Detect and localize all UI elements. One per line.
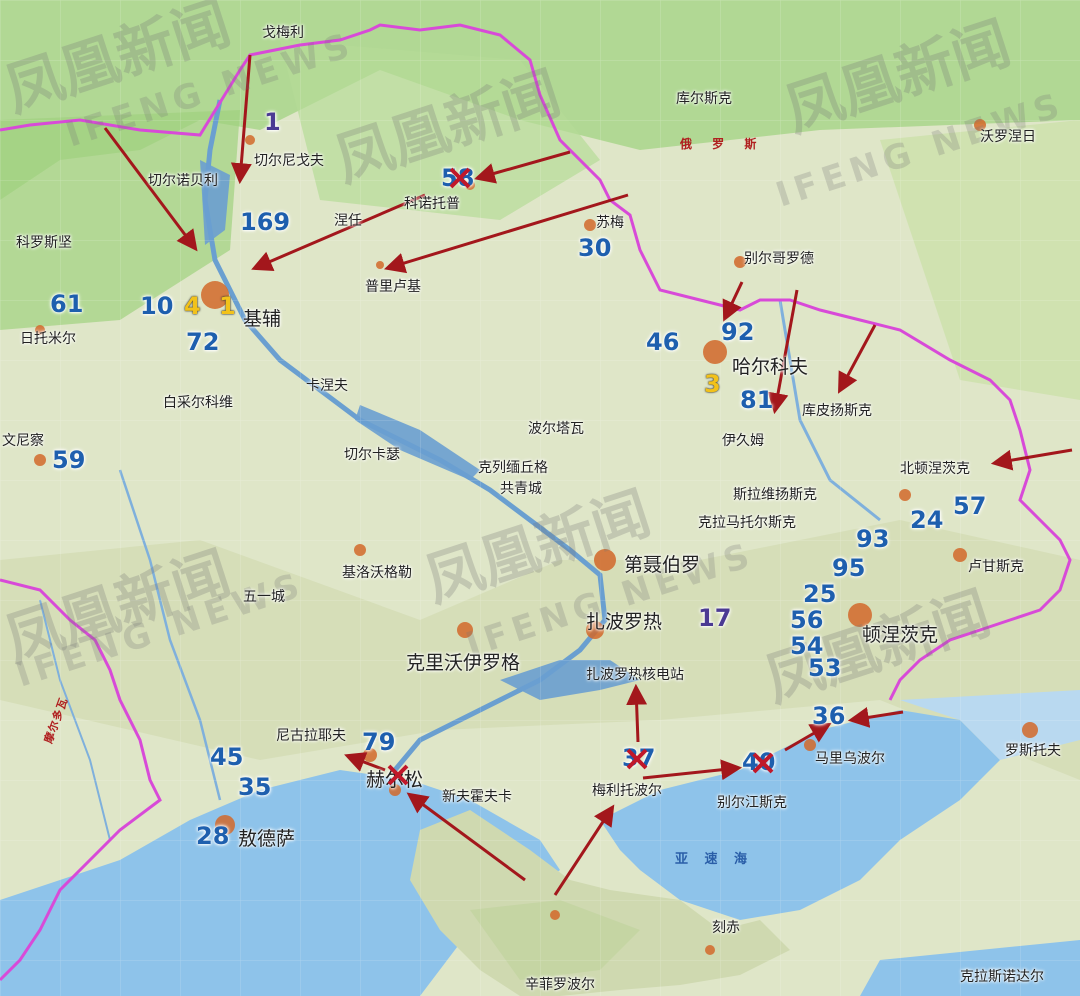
label-nizhyn: 涅任 [334,213,362,229]
captured-cross-icon [387,764,409,786]
marker-donetsk-56: 56 [790,606,824,634]
label-kremenchuk: 克列缅丘格 [478,460,548,476]
label-berdyansk: 别尔江斯克 [717,795,787,811]
label-belgorod: 别尔哥罗德 [744,251,814,267]
marker-kharkiv-92: 92 [721,318,755,346]
label-zaporizhzhia-npp: 扎波罗热核电站 [586,667,684,683]
label-kyiv: 基辅 [243,308,282,330]
label-krasnodar: 克拉斯诺达尔 [960,969,1044,985]
marker-zhytomyr-61: 61 [50,290,84,318]
label-vinnytsia: 文尼察 [2,433,44,449]
label-dnipro: 第聂伯罗 [624,554,701,576]
label-chernihiv: 切尔尼戈夫 [254,153,324,169]
marker-odesa-45: 45 [210,743,244,771]
marker-gomel-1: 1 [264,108,281,136]
label-izium: 伊久姆 [722,433,764,449]
marker-kyiv-1: 1 [219,292,236,320]
label-poltava: 波尔塔瓦 [528,421,584,437]
label-russia: 俄 罗 斯 [680,137,765,151]
captured-cross-icon [449,167,471,189]
label-pervomaisk: 五一城 [243,589,285,605]
marker-donetsk-93: 93 [856,525,890,553]
label-kryvyi-rih: 克里沃伊罗格 [406,652,521,674]
label-nova-kakhovka: 新夫霍夫卡 [442,789,512,805]
label-bila-tserkva: 白采尔科维 [163,395,233,411]
label-azov-sea: 亚 速 海 [675,852,754,867]
label-rostov: 罗斯托夫 [1005,743,1061,759]
label-cherkasy: 切尔卡瑟 [344,447,400,463]
label-korosten: 科罗斯坚 [16,235,72,251]
marker-izium-81: 81 [740,386,774,414]
marker-kyiv-4: 4 [184,292,201,320]
marker-luhansk-57: 57 [953,492,987,520]
label-zaporizhzhia: 扎波罗热 [586,611,663,633]
marker-donetsk-53: 53 [808,654,842,682]
marker-sumy-30: 30 [578,234,612,262]
label-sloviansk: 斯拉维扬斯克 [733,487,817,503]
label-luhansk: 卢甘斯克 [968,559,1024,575]
marker-vinnytsia-59: 59 [52,446,86,474]
label-voronezh: 沃罗涅日 [980,129,1036,145]
label-mariupol: 马里乌波尔 [815,751,885,767]
label-zhytomyr: 日托米尔 [20,331,76,347]
label-kupiansk: 库皮扬斯克 [802,403,872,419]
label-odesa: 敖德萨 [238,828,296,850]
marker-kyiv-72: 72 [186,328,220,356]
label-sumy: 苏梅 [596,215,624,231]
marker-mykolaiv-79: 79 [362,728,396,756]
marker-odesa-35: 35 [238,773,272,801]
captured-cross-icon [626,748,648,770]
label-kropyvnytskyi: 基洛沃格勒 [342,565,412,581]
label-simferopol: 辛菲罗波尔 [525,977,595,993]
label-kursk: 库尔斯克 [676,91,732,107]
label-gongqingcheng: 共青城 [500,481,542,497]
marker-kharkiv-3: 3 [704,370,721,398]
label-konotop: 科诺托普 [404,196,460,212]
label-kharkiv: 哈尔科夫 [732,356,809,378]
marker-odesa-28: 28 [196,822,230,850]
marker-kharkiv-46: 46 [646,328,680,356]
marker-donetsk-25: 25 [803,580,837,608]
marker-kyiv-10: 10 [140,292,174,320]
marker-zaporizhzhia-17: 17 [698,604,732,632]
marker-luhansk-24: 24 [910,506,944,534]
label-melitopol: 梅利托波尔 [592,783,662,799]
arrow-melitopol-npp [626,683,648,743]
label-gomel: 戈梅利 [262,25,304,41]
label-kramatorsk: 克拉马托尔斯克 [698,515,796,531]
label-severodonetsk: 北顿涅茨克 [900,461,970,477]
label-donetsk: 顿涅茨克 [862,624,939,646]
label-kerch: 刻赤 [712,920,740,936]
label-mykolaiv: 尼古拉耶夫 [276,728,346,744]
captured-cross-icon [752,752,774,774]
label-kaniv: 卡涅夫 [306,378,348,394]
label-chernobyl: 切尔诺贝利 [148,173,218,189]
label-pryluky: 普里卢基 [365,279,421,295]
ukraine-map: 凤凰新闻 凤凰新闻 凤凰新闻 凤凰新闻 凤凰新闻 凤凰新闻 IFENG NEWS… [0,0,1080,996]
marker-donetsk-95: 95 [832,554,866,582]
marker-kyiv-169: 169 [240,208,291,236]
marker-mariupol-36: 36 [812,702,846,730]
